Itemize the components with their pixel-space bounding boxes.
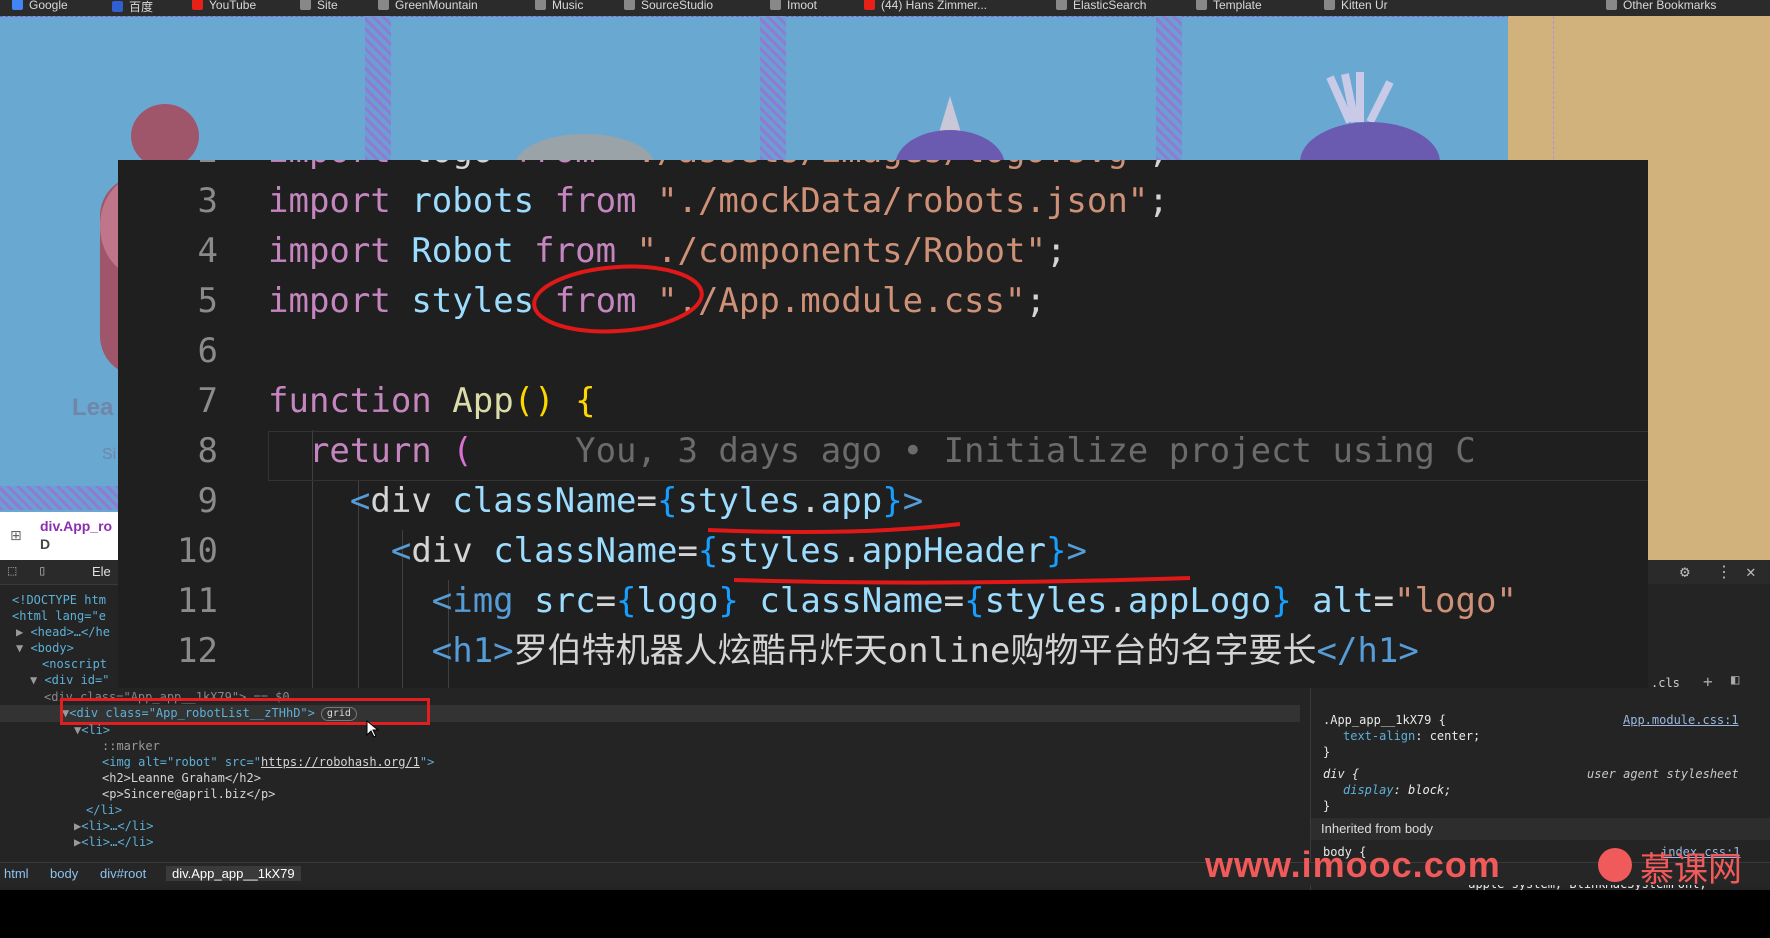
red-annotation-marks <box>532 264 1191 585</box>
expand-arrow-icon[interactable]: ▶ <box>16 625 30 639</box>
dom-node[interactable]: ▶<li>…</li> <box>74 818 153 834</box>
cursor-pointer-icon <box>366 719 379 738</box>
folder-icon <box>300 0 311 10</box>
add-rule-icon[interactable]: + <box>1703 672 1713 691</box>
cls-toggle[interactable]: .cls <box>1651 676 1680 690</box>
dom-node[interactable]: <p>Sincere@april.biz</p> <box>102 786 275 802</box>
device-toggle-icon[interactable]: ▯ <box>38 563 46 579</box>
watermark-url: www.imooc.com <box>1205 844 1501 885</box>
breadcrumb-item[interactable]: html <box>4 866 29 881</box>
folder-icon <box>770 0 781 10</box>
img-src-link[interactable]: https://robohash.org/1 <box>261 755 420 769</box>
bookmark-item[interactable]: 百度 <box>112 0 153 15</box>
folder-icon <box>535 0 546 10</box>
dom-node[interactable]: ▼ <div id=" <box>30 672 109 688</box>
bookmarks-bar: Google 百度 YouTube Site GreenMountain Mus… <box>0 0 1770 16</box>
dom-node[interactable]: <html lang="e <box>12 608 106 624</box>
close-icon[interactable]: ✕ <box>1746 562 1756 581</box>
watermark-cn: 慕课网 <box>1640 850 1742 890</box>
bookmark-item[interactable]: YouTube <box>192 0 256 12</box>
inherited-header: Inherited from body <box>1311 818 1770 840</box>
collapse-arrow-icon[interactable]: ▼ <box>16 641 30 655</box>
toggle-sidebar-icon[interactable]: ◧ <box>1731 672 1739 688</box>
youtube-icon <box>192 0 203 10</box>
inspect-icon[interactable]: ⬚ <box>8 563 16 579</box>
gear-icon[interactable]: ⚙ <box>1680 562 1690 581</box>
bookmark-item[interactable]: Other Bookmarks <box>1606 0 1716 12</box>
folder-icon <box>1606 0 1617 10</box>
collapse-arrow-icon[interactable]: ▼ <box>30 673 44 687</box>
breadcrumb: html body div#root div.App_app__1kX79 <box>0 862 1770 885</box>
dom-node[interactable]: ▼ <body> <box>16 640 74 656</box>
folder-icon <box>378 0 389 10</box>
imooc-logo-icon <box>1598 848 1632 882</box>
dom-node[interactable]: ▶ <head>…</he <box>16 624 110 640</box>
bookmark-item[interactable]: Music <box>535 0 583 12</box>
robot-email: Si <box>102 446 117 463</box>
bookmark-item[interactable]: Site <box>300 0 338 12</box>
folder-icon <box>624 0 635 10</box>
breadcrumb-item-active[interactable]: div.App_app__1kX79 <box>166 866 301 881</box>
more-vertical-icon[interactable]: ⋮ <box>1716 562 1732 581</box>
dom-node[interactable]: ▼<li> <box>74 722 110 738</box>
code-editor[interactable]: 2import logo from "./assets/images/logo.… <box>118 160 1648 688</box>
dom-node[interactable]: ::marker <box>102 738 160 754</box>
grid-icon: ⊞ <box>10 528 22 544</box>
css-declaration: display: block; <box>1343 783 1452 797</box>
bookmark-item[interactable]: GreenMountain <box>378 0 478 12</box>
dom-node[interactable]: </li> <box>86 802 122 818</box>
folder-icon <box>1324 0 1335 10</box>
google-icon <box>12 0 23 10</box>
youtube-icon <box>864 0 875 10</box>
dom-node[interactable]: <h2>Leanne Graham</h2> <box>102 770 261 786</box>
robot-name: Lea <box>72 394 114 421</box>
bookmark-item[interactable]: SourceStudio <box>624 0 713 12</box>
bookmark-item[interactable]: (44) Hans Zimmer... <box>864 0 987 12</box>
bookmark-item[interactable]: Google <box>12 0 68 12</box>
breadcrumb-item[interactable]: body <box>50 866 78 881</box>
source-link[interactable]: App.module.css:1 <box>1623 712 1739 728</box>
css-declaration[interactable]: text-align: center; <box>1343 728 1480 744</box>
dom-node[interactable]: <noscript <box>42 656 107 672</box>
grid-overlay-line <box>0 16 1770 17</box>
dom-node[interactable]: ▶<li>…</li> <box>74 834 153 850</box>
folder-icon <box>1056 0 1067 10</box>
baidu-icon <box>112 1 123 12</box>
tab-elements[interactable]: Ele <box>92 564 111 579</box>
bookmark-item[interactable]: Imoot <box>770 0 817 12</box>
inspect-tooltip: ⊞ div.App_ro D <box>0 512 120 560</box>
bookmark-item[interactable]: Template <box>1196 0 1262 12</box>
dom-node[interactable]: <!DOCTYPE htm <box>12 592 106 608</box>
dom-node[interactable]: <img alt="robot" src="https://robohash.o… <box>102 754 434 770</box>
folder-icon <box>1196 0 1207 10</box>
bookmark-item[interactable]: ElasticSearch <box>1056 0 1146 12</box>
bookmark-item[interactable]: Kitten Ur <box>1324 0 1388 12</box>
breadcrumb-item[interactable]: div#root <box>100 866 146 881</box>
